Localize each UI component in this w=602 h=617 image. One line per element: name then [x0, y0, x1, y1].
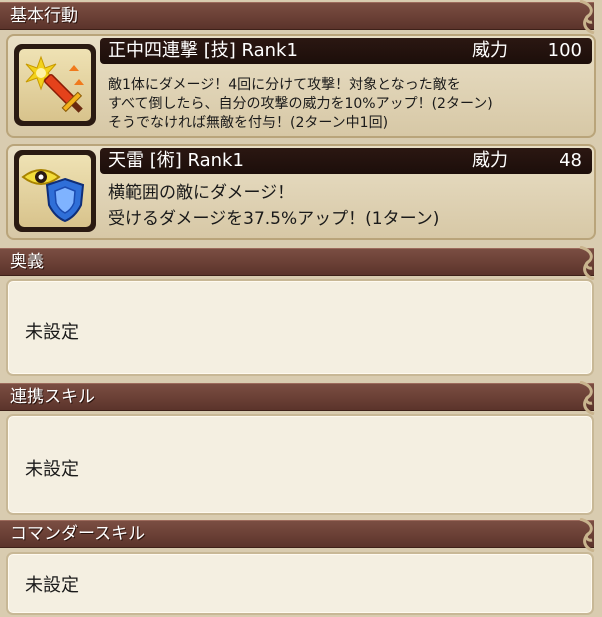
section-title: コマンダースキル — [10, 524, 146, 544]
skill-card[interactable]: 正中四連撃 [技] Rank1 威力 100 敵1体にダメージ！4回に分けて攻撃… — [6, 34, 596, 138]
unset-label: 未設定 — [25, 459, 79, 480]
commander-skill-slot[interactable]: 未設定 — [6, 552, 594, 615]
unset-label: 未設定 — [25, 322, 79, 343]
skill-title-bar: 正中四連撃 [技] Rank1 威力 100 — [100, 38, 592, 64]
description-line: 横範囲の敵にダメージ！ — [108, 183, 295, 203]
skill-card[interactable]: 天雷 [術] Rank1 威力 48 横範囲の敵にダメージ！ 受けるダメージを3… — [6, 144, 596, 240]
skill-description: 横範囲の敵にダメージ！ 受けるダメージを37.5%アップ！(1ターン) — [108, 180, 439, 232]
description-line: そうでなければ無敵を付与！(2ターン中1回) — [108, 115, 389, 131]
skill-name: 正中四連撃 [技] Rank1 — [108, 40, 298, 61]
ornament-curl-icon — [579, 518, 595, 552]
section-title: 基本行動 — [10, 6, 78, 26]
power-label: 威力 — [472, 40, 508, 61]
description-line: すべて倒したら、自分の攻撃の威力を10%アップ！(2ターン) — [108, 96, 493, 112]
description-line: 受けるダメージを37.5%アップ！(1ターン) — [108, 209, 440, 229]
ornament-curl-icon — [579, 246, 595, 280]
power-value: 100 — [547, 40, 582, 61]
section-header-link: 連携スキル — [0, 381, 595, 415]
ornament-curl-icon — [579, 381, 595, 415]
skill-icon-frame — [14, 150, 96, 232]
section-title: 奥義 — [10, 252, 44, 272]
skill-title-bar: 天雷 [術] Rank1 威力 48 — [100, 148, 592, 174]
unset-label: 未設定 — [25, 575, 79, 596]
link-skill-slot[interactable]: 未設定 — [6, 414, 594, 515]
power-label: 威力 — [472, 150, 508, 171]
section-header-commander: コマンダースキル — [0, 518, 595, 552]
eye-shield-icon — [21, 169, 85, 223]
section-header-ougi: 奥義 — [0, 246, 595, 280]
description-line: 敵1体にダメージ！4回に分けて攻撃！対象となった敵を — [108, 77, 461, 93]
ougi-slot[interactable]: 未設定 — [6, 279, 594, 376]
skill-icon-frame — [14, 44, 96, 126]
skill-description: 敵1体にダメージ！4回に分けて攻撃！対象となった敵を すべて倒したら、自分の攻撃… — [108, 76, 493, 133]
section-header-basic: 基本行動 — [0, 0, 595, 34]
ornament-curl-icon — [579, 0, 595, 34]
sword-burst-icon — [25, 55, 84, 113]
skill-name: 天雷 [術] Rank1 — [108, 150, 244, 171]
power-value: 48 — [559, 150, 582, 171]
section-title: 連携スキル — [10, 387, 95, 407]
